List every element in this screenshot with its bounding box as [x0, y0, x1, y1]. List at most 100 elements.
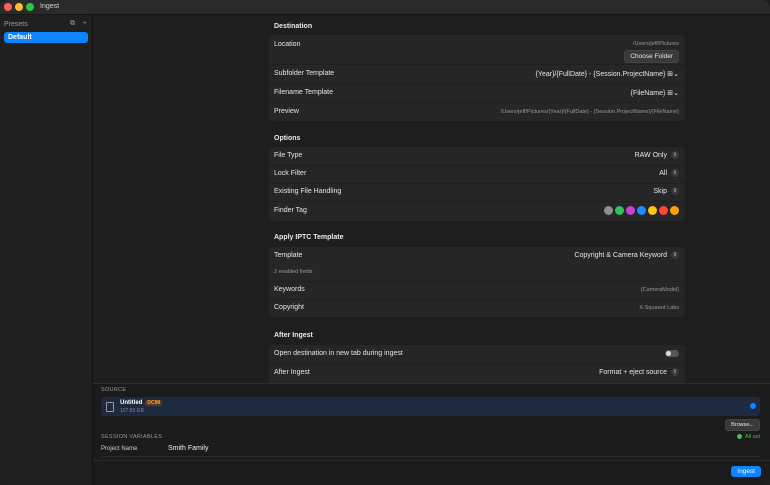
preview-row: Preview /Users/jeff/Pictures/{Year}/{Ful…: [269, 102, 685, 121]
after-ingest-group: Open destination in new tab during inges…: [269, 345, 685, 385]
iptc-group: Template Copyright & Camera Keyword ⇕ 2 e…: [269, 247, 685, 317]
project-name-row: Project Name Smith Family: [101, 444, 760, 457]
destination-title: Destination: [274, 23, 313, 30]
copyright-value: X-Squared Labs: [639, 305, 679, 311]
copyright-row: Copyright X-Squared Labs: [269, 299, 685, 317]
finder-tag-color-3[interactable]: [637, 206, 646, 215]
ingest-button[interactable]: Ingest: [731, 466, 761, 477]
subfolder-label: Subfolder Template: [274, 70, 335, 77]
file-type-select[interactable]: RAW Only ⇕: [635, 151, 679, 159]
source-name: Untitled DCIM: [120, 400, 163, 406]
template-menu-icon[interactable]: ⊞⌄: [667, 71, 679, 78]
sd-card-icon: [106, 402, 114, 412]
options-title: Options: [274, 135, 301, 142]
after-ingest-select[interactable]: Format + eject source ⇕: [599, 368, 679, 376]
template-row: Template Copyright & Camera Keyword ⇕ 2 e…: [269, 247, 685, 282]
lock-filter-label: Lock Filter: [274, 170, 307, 177]
lock-filter-value: All: [659, 169, 667, 177]
session-status: All set: [737, 434, 760, 440]
after-ingest-title: After Ingest: [274, 332, 313, 339]
chevron-updown-icon: ⇕: [671, 169, 679, 177]
existing-file-select[interactable]: Skip ⇕: [653, 187, 679, 195]
close-window-button[interactable]: [4, 3, 12, 11]
choose-folder-button[interactable]: Choose Folder: [624, 50, 679, 63]
template-select[interactable]: Copyright & Camera Keyword ⇕: [574, 251, 679, 259]
template-value: Copyright & Camera Keyword: [574, 251, 667, 259]
selected-indicator-icon: [750, 403, 756, 409]
duplicate-icon[interactable]: ⧉: [70, 20, 75, 27]
source-badge: DCIM: [145, 400, 163, 406]
existing-file-value: Skip: [653, 187, 667, 195]
add-icon[interactable]: +: [83, 20, 87, 27]
finder-tag-colors: [602, 206, 679, 215]
existing-file-row: Existing File Handling Skip ⇕: [269, 183, 685, 202]
open-destination-toggle[interactable]: [665, 350, 679, 357]
chevron-updown-icon: ⇕: [671, 368, 679, 376]
finder-tag-color-5[interactable]: [659, 206, 668, 215]
enabled-fields-note: 2 enabled fields: [274, 269, 313, 275]
finder-tag-color-6[interactable]: [670, 206, 679, 215]
destination-group: Location /Users/jeff/Pictures Choose Fol…: [269, 35, 685, 121]
copyright-label: Copyright: [274, 304, 304, 311]
options-group: File Type RAW Only ⇕ Lock Filter All ⇕ Exi…: [269, 147, 685, 221]
presets-sidebar: Presets ⧉ + Default: [0, 15, 93, 485]
lock-filter-select[interactable]: All ⇕: [659, 169, 679, 177]
preview-label: Preview: [274, 108, 299, 115]
keywords-value: {CameraModel}: [640, 287, 679, 293]
source-heading: SOURCE: [101, 387, 127, 393]
sidebar-item-label: Default: [8, 34, 32, 41]
source-card[interactable]: Untitled DCIM 107.83 GB: [101, 397, 760, 416]
chevron-updown-icon: ⇕: [671, 187, 679, 195]
subfolder-row: Subfolder Template {Year}/{FullDate} - {…: [269, 64, 685, 84]
subfolder-value[interactable]: {Year}/{FullDate} - {Session.ProjectName…: [536, 70, 679, 78]
existing-file-label: Existing File Handling: [274, 188, 342, 195]
browse-button[interactable]: Browse...: [725, 419, 760, 431]
app-window: Ingest Presets ⧉ + Default Destination L…: [0, 0, 770, 485]
sidebar-item-default[interactable]: Default: [4, 32, 88, 43]
ingest-panel: SOURCE Untitled DCIM 107.83 GB Browse... …: [93, 383, 770, 485]
finder-tag-row: Finder Tag: [269, 201, 685, 221]
file-type-label: File Type: [274, 152, 303, 159]
chevron-updown-icon: ⇕: [671, 151, 679, 159]
iptc-title: Apply IPTC Template: [274, 234, 344, 241]
after-ingest-value: Format + eject source: [599, 368, 667, 376]
presets-heading: Presets: [4, 21, 28, 28]
filename-label: Filename Template: [274, 89, 334, 96]
source-size: 107.83 GB: [120, 408, 144, 414]
location-label: Location: [274, 41, 301, 48]
filename-template-text: {FileName}: [630, 90, 666, 97]
sidebar-actions: ⧉ +: [64, 20, 87, 28]
keywords-row: Keywords {CameraModel}: [269, 281, 685, 300]
finder-tag-color-2[interactable]: [626, 206, 635, 215]
after-ingest-row: After Ingest Format + eject source ⇕: [269, 363, 685, 383]
title-bar: Ingest: [0, 0, 770, 15]
lock-filter-row: Lock Filter All ⇕: [269, 165, 685, 184]
open-destination-row: Open destination in new tab during inges…: [269, 345, 685, 364]
location-row: Location /Users/jeff/Pictures Choose Fol…: [269, 35, 685, 65]
finder-tag-color-1[interactable]: [615, 206, 624, 215]
settings-pane: Destination Location /Users/jeff/Picture…: [93, 15, 770, 385]
zoom-window-button[interactable]: [26, 3, 34, 11]
source-name-text: Untitled: [120, 400, 143, 406]
filename-row: Filename Template {FileName} ⊞⌄: [269, 83, 685, 103]
after-ingest-label: After Ingest: [274, 369, 310, 376]
window-title: Ingest: [40, 3, 60, 10]
project-name-field[interactable]: Smith Family: [168, 445, 208, 452]
location-path: /Users/jeff/Pictures: [632, 41, 679, 47]
preview-value: /Users/jeff/Pictures/{Year}/{FullDate} -…: [500, 109, 679, 115]
template-menu-icon[interactable]: ⊞⌄: [667, 90, 679, 97]
chevron-updown-icon: ⇕: [671, 251, 679, 259]
file-type-value: RAW Only: [634, 151, 667, 159]
finder-tag-color-0[interactable]: [604, 206, 613, 215]
project-name-label: Project Name: [101, 446, 138, 452]
minimize-window-button[interactable]: [15, 3, 23, 11]
session-heading: SESSION VARIABLES: [101, 434, 163, 440]
keywords-label: Keywords: [274, 286, 305, 293]
divider: [93, 460, 770, 461]
session-status-text: All set: [745, 434, 760, 440]
finder-tag-label: Finder Tag: [274, 207, 307, 214]
finder-tag-color-4[interactable]: [648, 206, 657, 215]
template-label: Template: [274, 252, 303, 259]
subfolder-template-text: {Year}/{FullDate} - {Session.ProjectName…: [535, 71, 666, 78]
filename-value[interactable]: {FileName} ⊞⌄: [631, 89, 679, 97]
